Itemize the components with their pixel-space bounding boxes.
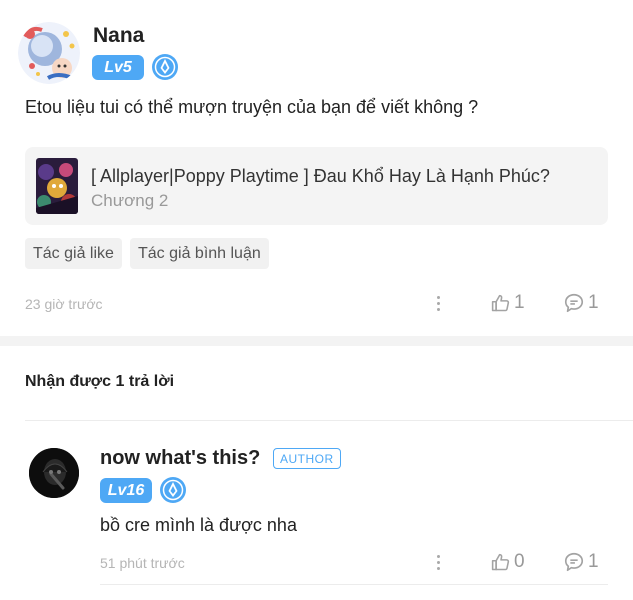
divider — [100, 584, 608, 585]
story-cover-image — [36, 158, 78, 214]
tag-author-like: Tác giả like — [25, 238, 122, 269]
story-title: [ Allplayer|Poppy Playtime ] Đau Khổ Hay… — [91, 166, 550, 186]
tag-author-comment: Tác giả bình luận — [130, 238, 269, 269]
author-badge: AUTHOR — [273, 448, 341, 469]
rank-medal-icon — [151, 53, 179, 81]
comment-post: Nana Lv5 Etou liệu tui có thể mượn truyệ… — [0, 0, 633, 336]
reply-rank-medal-icon — [159, 476, 187, 504]
thumbs-up-icon — [491, 553, 510, 570]
more-options-icon[interactable] — [435, 296, 441, 314]
replies-header: Nhận được 1 trả lời — [25, 373, 175, 390]
author-name[interactable]: Nana — [93, 24, 144, 48]
reply-avatar[interactable] — [29, 448, 79, 498]
reply-count: 1 — [588, 292, 599, 313]
divider — [25, 420, 633, 421]
reply-more-options-icon[interactable] — [435, 555, 441, 573]
reply-level-badge: Lv16 — [100, 478, 152, 503]
avatar[interactable] — [18, 22, 80, 84]
reply-timestamp: 51 phút trước — [100, 555, 185, 571]
chat-bubble-icon — [564, 293, 584, 313]
story-card[interactable]: [ Allplayer|Poppy Playtime ] Đau Khổ Hay… — [25, 147, 608, 225]
level-badge: Lv5 — [92, 55, 144, 80]
post-timestamp: 23 giờ trước — [25, 296, 103, 312]
thumbs-up-icon — [491, 294, 510, 311]
story-chapter: Chương 2 — [91, 191, 169, 210]
like-count: 1 — [514, 292, 525, 313]
reply-reply-button[interactable]: 1 — [563, 551, 599, 573]
reply-like-button[interactable]: 0 — [490, 551, 525, 573]
reply-text: bồ cre mình là được nha — [100, 515, 297, 535]
reply-author-name[interactable]: now what's this? — [100, 447, 260, 470]
like-button[interactable]: 1 — [490, 292, 525, 314]
reply-button[interactable]: 1 — [563, 292, 599, 314]
reply-reply-count: 1 — [588, 551, 599, 572]
reply-like-count: 0 — [514, 551, 525, 572]
section-separator — [0, 336, 633, 346]
comment-text: Etou liệu tui có thể mượn truyện của bạn… — [25, 97, 479, 117]
chat-bubble-icon — [564, 552, 584, 572]
